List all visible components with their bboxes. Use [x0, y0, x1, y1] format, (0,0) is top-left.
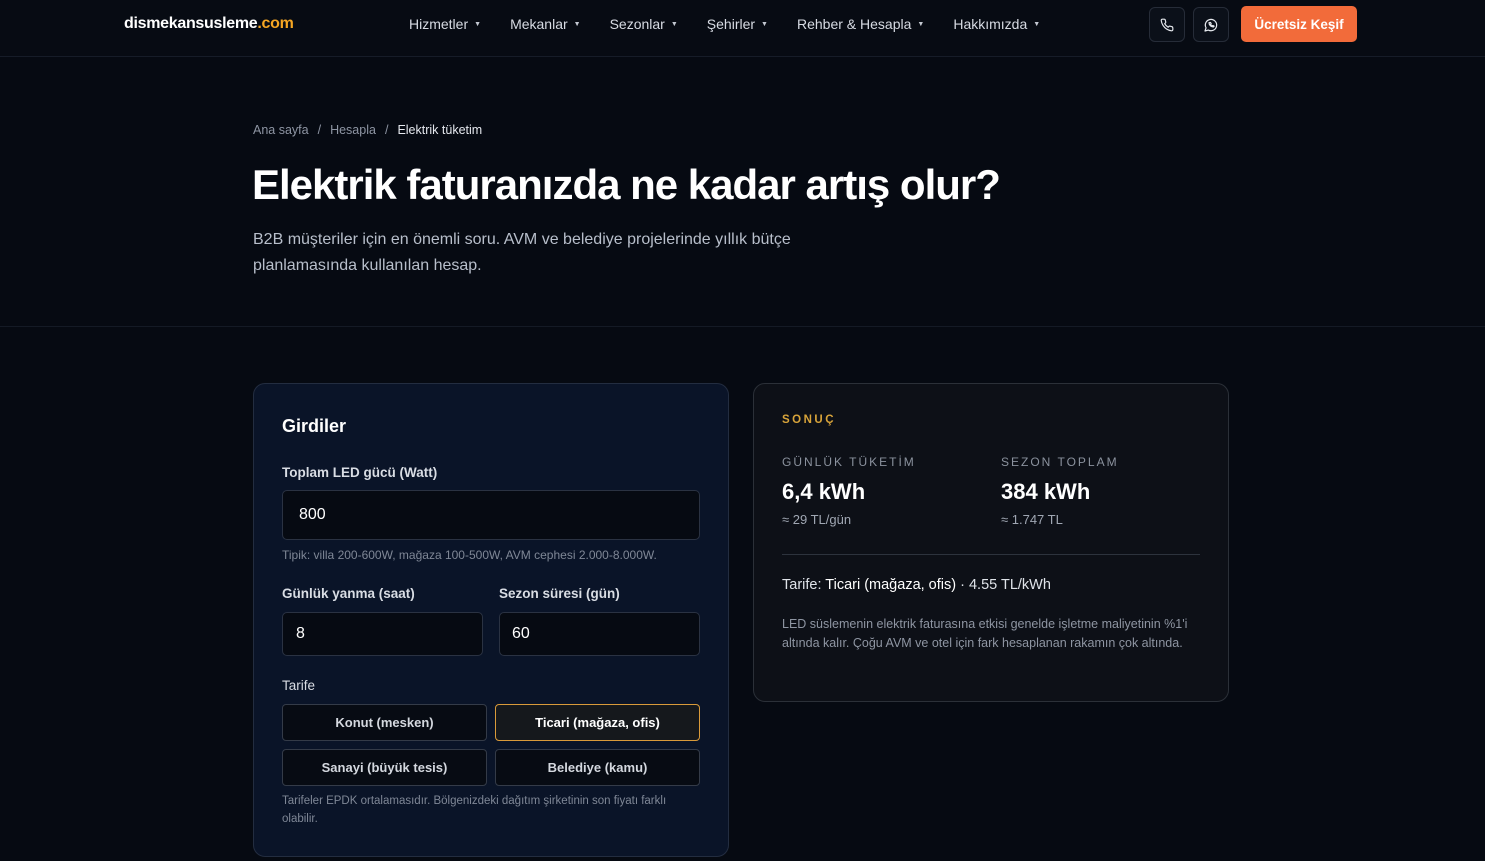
- whatsapp-button[interactable]: [1193, 7, 1229, 42]
- breadcrumb: Ana sayfa / Hesapla / Elektrik tüketim: [253, 123, 482, 137]
- result-note: LED süslemenin elektrik faturasına etkis…: [782, 617, 1188, 650]
- tariff-option-belediye[interactable]: Belediye (kamu): [495, 749, 700, 786]
- days-input[interactable]: 60: [499, 612, 700, 656]
- nav-item-hizmetler[interactable]: Hizmetler ▼: [409, 16, 481, 32]
- page-lead: B2B müşteriler için en önemli soru. AVM …: [253, 231, 791, 274]
- selected-tariff-line: Tarife: Ticari (mağaza, ofis) · 4.55 TL/…: [782, 577, 1051, 593]
- inputs-title: Girdiler: [282, 416, 347, 436]
- breadcrumb-separator: /: [317, 123, 322, 137]
- whatsapp-icon: [1204, 18, 1218, 32]
- nav-item-hakkimizda[interactable]: Hakkımızda ▼: [953, 16, 1040, 32]
- nav-item-sezonlar[interactable]: Sezonlar ▼: [610, 16, 678, 32]
- breadcrumb-separator: /: [384, 123, 389, 137]
- breadcrumb-home[interactable]: Ana sayfa: [253, 123, 309, 137]
- tariff-prefix: Tarife:: [782, 577, 822, 593]
- result-divider: [782, 554, 1200, 555]
- result-eyebrow: SONUÇ: [782, 414, 837, 426]
- tariff-note: Tarifeler EPDK ortalamasıdır. Bölgenizde…: [282, 795, 667, 825]
- inputs-card: Girdiler Toplam LED gücü (Watt) 800 Tipi…: [253, 383, 729, 857]
- nav-label: Mekanlar: [510, 16, 568, 32]
- nav-label: Hakkımızda: [953, 16, 1028, 32]
- hours-input[interactable]: 8: [282, 612, 483, 656]
- daily-consumption-value: 6,4 kWh: [782, 479, 866, 504]
- caret-down-icon: ▼: [474, 20, 482, 28]
- selected-tariff-name: Ticari (mağaza, ofis): [825, 577, 957, 593]
- phone-icon: [1160, 18, 1174, 31]
- breadcrumb-current: Elektrik tüketim: [397, 123, 483, 137]
- phone-button[interactable]: [1149, 7, 1185, 42]
- tariff-rate: · 4.55 TL/kWh: [960, 577, 1051, 593]
- caret-down-icon: ▼: [670, 20, 678, 28]
- nav-label: Şehirler: [706, 16, 756, 32]
- result-card: SONUÇ GÜNLÜK TÜKETİM 6,4 kWh ≈ 29 TL/gün…: [753, 383, 1229, 702]
- power-input[interactable]: 800: [282, 490, 700, 540]
- caret-down-icon: ▼: [917, 20, 925, 28]
- tariff-option-sanayi[interactable]: Sanayi (büyük tesis): [282, 749, 487, 786]
- power-hint: Tipik: villa 200-600W, mağaza 100-500W, …: [282, 548, 657, 562]
- tariff-option-ticari[interactable]: Ticari (mağaza, ofis): [495, 704, 700, 741]
- season-total-label: SEZON TOPLAM: [1001, 455, 1119, 469]
- site-header: dismekansusleme.com Hizmetler ▼ Mekanlar…: [0, 0, 1485, 57]
- nav-label: Rehber & Hesapla: [796, 16, 912, 32]
- free-survey-button[interactable]: Ücretsiz Keşif: [1241, 6, 1357, 42]
- main-nav: Hizmetler ▼ Mekanlar ▼ Sezonlar ▼ Şehirl…: [409, 16, 1069, 32]
- days-label: Sezon süresi (gün): [499, 586, 620, 601]
- nav-item-rehber-hesapla[interactable]: Rehber & Hesapla ▼: [797, 16, 924, 32]
- nav-item-mekanlar[interactable]: Mekanlar ▼: [510, 16, 581, 32]
- tariff-option-konut[interactable]: Konut (mesken): [282, 704, 487, 741]
- hero-section: Ana sayfa / Hesapla / Elektrik tüketim E…: [0, 57, 1485, 327]
- season-total-value: 384 kWh: [1001, 479, 1091, 504]
- season-cost: ≈ 1.747 TL: [1001, 512, 1063, 527]
- daily-consumption-label: GÜNLÜK TÜKETİM: [782, 455, 916, 469]
- daily-cost: ≈ 29 TL/gün: [782, 512, 852, 527]
- caret-down-icon: ▼: [761, 20, 768, 28]
- breadcrumb-section[interactable]: Hesapla: [330, 123, 376, 137]
- tariff-label: Tarife: [282, 678, 316, 693]
- logo-tld: .com: [257, 15, 294, 32]
- page-title: Elektrik faturanızda ne kadar artış olur…: [252, 161, 1001, 208]
- power-label: Toplam LED gücü (Watt): [282, 465, 438, 480]
- nav-label: Hizmetler: [409, 16, 469, 32]
- nav-label: Sezonlar: [609, 16, 665, 32]
- hours-label: Günlük yanma (saat): [282, 586, 415, 601]
- caret-down-icon: ▼: [573, 20, 581, 28]
- logo-main: dismekansusleme: [124, 15, 258, 32]
- caret-down-icon: ▼: [1033, 20, 1041, 28]
- nav-item-sehirler[interactable]: Şehirler ▼: [707, 16, 768, 32]
- site-logo[interactable]: dismekansusleme.com: [124, 15, 294, 33]
